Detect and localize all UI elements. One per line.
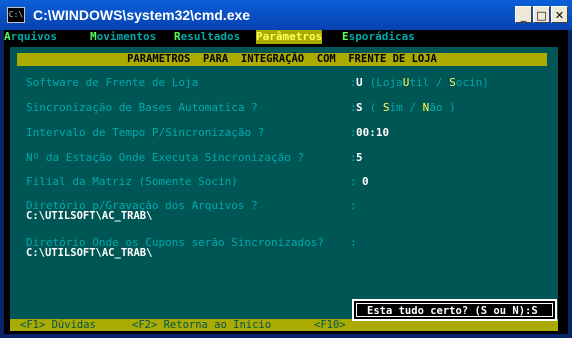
menu-hotkey: M [90, 30, 97, 43]
station-number-field[interactable]: 5 [356, 151, 363, 164]
files-directory-field[interactable]: C:\UTILSOFT\AC_TRAB\ [26, 210, 152, 223]
confirm-row: Esta tudo certo? (S ou N):S [356, 303, 553, 317]
sync-interval-field[interactable]: 00:10 [356, 126, 389, 139]
menu-label: esultados [180, 30, 241, 43]
confirm-input[interactable]: S [531, 305, 537, 317]
sync-auto-field[interactable]: S [356, 101, 363, 114]
window-frame-right [568, 30, 572, 338]
menu-resultados[interactable]: Resultados [174, 30, 240, 44]
menu-label: arâmetros [262, 30, 323, 43]
software-field[interactable]: U [356, 76, 363, 89]
sync-auto-hint: ( Sim / Não ) [363, 101, 456, 114]
field-colon: : [350, 199, 357, 212]
f2-home-key[interactable]: <F2> Retorna ao Inicio [132, 319, 271, 331]
field-colon: : [350, 175, 357, 188]
panel-title: PARAMETROS PARA INTEGRAÇÃO COM FRENTE DE… [17, 53, 547, 66]
menu-esporadicas[interactable]: Esporádicas [342, 30, 415, 44]
menu-hotkey: E [342, 30, 349, 43]
confirm-dialog: Esta tudo certo? (S ou N):S [352, 299, 557, 321]
close-button[interactable]: ✕ [551, 6, 568, 23]
parameters-panel: PARAMETROS PARA INTEGRAÇÃO COM FRENTE DE… [10, 47, 558, 323]
field-label: Intervalo de Tempo P/Sincronização ? [26, 126, 265, 139]
menu-arquivos[interactable]: Arquivos [4, 30, 57, 44]
field-label: Sincronização de Bases Automatica ? [26, 101, 258, 114]
menu-bar: Arquivos Movimentos Resultados Parâmetro… [4, 30, 568, 44]
console-area[interactable]: Arquivos Movimentos Resultados Parâmetro… [4, 30, 568, 334]
title-bar[interactable]: C:\ C:\WINDOWS\system32\cmd.exe _ □ ✕ [0, 0, 572, 30]
menu-hotkey: P [256, 30, 263, 43]
field-label: Filial da Matriz (Somente Socin) [26, 175, 238, 188]
window-title: C:\WINDOWS\system32\cmd.exe [33, 7, 251, 23]
menu-label: ovimentos [96, 30, 157, 43]
cmd-icon[interactable]: C:\ [7, 7, 25, 23]
branch-field[interactable]: 0 [362, 175, 369, 188]
confirm-prompt: Esta tudo certo? (S ou N): [367, 305, 532, 317]
minimize-button[interactable]: _ [515, 6, 532, 23]
menu-label: rquivos [10, 30, 57, 43]
software-hint: (LojaUtil / Socin) [363, 76, 489, 89]
f1-help-key[interactable]: <F1> Dúvidas [20, 319, 96, 331]
field-colon: : [350, 236, 357, 249]
maximize-button[interactable]: □ [533, 6, 550, 23]
console-window: C:\ C:\WINDOWS\system32\cmd.exe _ □ ✕ Ar… [0, 0, 572, 338]
menu-movimentos[interactable]: Movimentos [90, 30, 156, 44]
menu-label: sporádicas [348, 30, 415, 43]
menu-hotkey: A [4, 30, 11, 43]
field-label: Software de Frente de Loja [26, 76, 199, 89]
f10-key[interactable]: <F10> [314, 319, 346, 331]
coupons-directory-field[interactable]: C:\UTILSOFT\AC_TRAB\ [26, 247, 152, 260]
menu-parametros[interactable]: Parâmetros [256, 30, 323, 44]
field-label: Nº da Estação Onde Executa Sincronização… [26, 151, 305, 164]
menu-hotkey: R [174, 30, 181, 43]
